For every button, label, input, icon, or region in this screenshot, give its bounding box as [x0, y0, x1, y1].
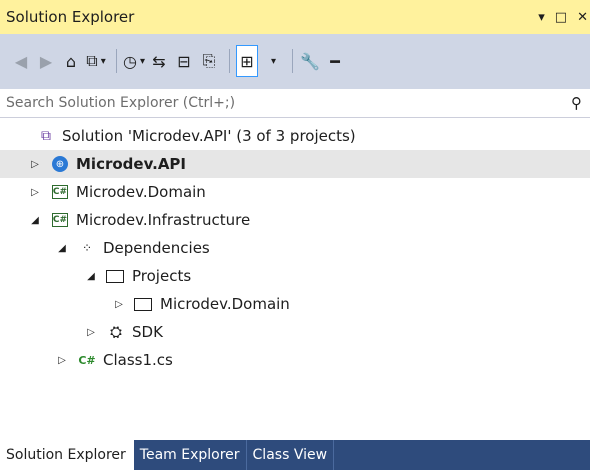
- tree-item-microdev-infrastructure[interactable]: ◢ C# Microdev.Infrastructure: [0, 206, 590, 234]
- tree-item-label: Microdev.API: [76, 155, 187, 173]
- expand-icon[interactable]: ▷: [84, 327, 98, 338]
- tree-item-solution[interactable]: ⧉ Solution 'Microdev.API' (3 of 3 projec…: [0, 122, 590, 150]
- switch-views-button[interactable]: ⧉ ▾: [85, 45, 107, 77]
- tree-item-projects[interactable]: ◢ Projects: [0, 262, 590, 290]
- search-icon[interactable]: ⚲: [571, 94, 582, 112]
- expand-icon[interactable]: ▷: [28, 187, 42, 198]
- csharp-project-icon: C#: [52, 185, 68, 199]
- solution-icon: ⧉: [41, 128, 51, 144]
- tree-item-label: SDK: [132, 323, 163, 341]
- web-project-icon: ⊕: [52, 156, 68, 172]
- chevron-down-icon: ▾: [270, 55, 277, 67]
- window-title: Solution Explorer: [6, 8, 135, 26]
- toolbar-separator: [116, 49, 117, 73]
- projects-folder-icon: [106, 269, 124, 283]
- home-icon[interactable]: ⌂: [60, 45, 82, 77]
- tab-solution-explorer[interactable]: Solution Explorer: [0, 440, 134, 470]
- collapse-all-icon[interactable]: ⊟: [173, 45, 195, 77]
- tree-item-label: Microdev.Domain: [160, 295, 290, 313]
- preview-dropdown-button[interactable]: ▾: [261, 45, 283, 77]
- tree-item-label: Microdev.Infrastructure: [76, 211, 251, 229]
- tree-item-label: Class1.cs: [103, 351, 173, 369]
- pending-changes-filter-icon: ◷: [123, 51, 137, 71]
- collapse-icon[interactable]: ◢: [84, 271, 98, 282]
- tool-window-tabs: Solution Explorer Team Explorer Class Vi…: [0, 440, 590, 470]
- tree-item-label: Microdev.Domain: [76, 183, 206, 201]
- tree-item-class1[interactable]: ▷ C# Class1.cs: [0, 346, 590, 374]
- search-input[interactable]: [4, 94, 528, 112]
- preview-selected-icon: ⊞: [240, 51, 254, 71]
- tab-team-explorer[interactable]: Team Explorer: [134, 440, 247, 470]
- tree-item-dependencies[interactable]: ◢ ⁘ Dependencies: [0, 234, 590, 262]
- tab-class-view[interactable]: Class View: [247, 440, 335, 470]
- minus-icon[interactable]: ━: [324, 45, 346, 77]
- toolbar-separator: [229, 49, 230, 73]
- project-reference-icon: [134, 297, 152, 311]
- expand-icon[interactable]: ▷: [28, 159, 42, 170]
- maximize-icon[interactable]: □: [555, 11, 567, 24]
- tree-item-domain-reference[interactable]: ▷ Microdev.Domain: [0, 290, 590, 318]
- window-controls: ▾ □ ✕: [538, 0, 590, 34]
- back-icon[interactable]: ◀: [10, 45, 32, 77]
- tree-item-microdev-domain[interactable]: ▷ C# Microdev.Domain: [0, 178, 590, 206]
- chevron-down-icon: ▾: [139, 55, 145, 67]
- dependencies-icon: ⁘: [81, 241, 93, 255]
- tree-item-label: Projects: [132, 267, 192, 285]
- switch-views-icon: ⧉: [86, 51, 98, 70]
- properties-icon[interactable]: 🔧: [299, 45, 321, 77]
- search-box: ⚲: [0, 88, 590, 118]
- expand-icon[interactable]: ▷: [55, 355, 69, 366]
- title-bar: Solution Explorer ▾ □ ✕: [0, 0, 590, 34]
- expand-icon[interactable]: ▷: [112, 299, 126, 310]
- window-position-dropdown-icon[interactable]: ▾: [538, 11, 545, 24]
- tree-item-microdev-api[interactable]: ▷ ⊕ Microdev.API: [0, 150, 590, 178]
- collapse-icon[interactable]: ◢: [55, 243, 69, 254]
- preview-selected-button[interactable]: ⊞: [236, 45, 258, 77]
- collapse-icon[interactable]: ◢: [28, 215, 42, 226]
- toolbar: ◀ ▶ ⌂ ⧉ ▾ ◷ ▾ ⇆ ⊟ ⎘ ⊞ ▾ 🔧 ━: [0, 34, 590, 88]
- sdk-icon: ⛭: [109, 323, 122, 341]
- tree-item-label: Dependencies: [103, 239, 210, 257]
- toolbar-separator: [292, 49, 293, 73]
- csharp-project-icon: C#: [52, 213, 68, 227]
- chevron-down-icon: ▾: [100, 55, 106, 67]
- close-icon[interactable]: ✕: [577, 11, 588, 24]
- csharp-file-icon: C#: [78, 353, 96, 367]
- sync-icon[interactable]: ⇆: [148, 45, 170, 77]
- tree-item-label: Solution 'Microdev.API' (3 of 3 projects…: [62, 127, 356, 145]
- show-all-files-icon[interactable]: ⎘: [198, 45, 220, 77]
- solution-tree: ⧉ Solution 'Microdev.API' (3 of 3 projec…: [0, 118, 590, 440]
- tree-item-sdk[interactable]: ▷ ⛭ SDK: [0, 318, 590, 346]
- pending-changes-filter-button[interactable]: ◷ ▾: [123, 45, 145, 77]
- forward-icon[interactable]: ▶: [35, 45, 57, 77]
